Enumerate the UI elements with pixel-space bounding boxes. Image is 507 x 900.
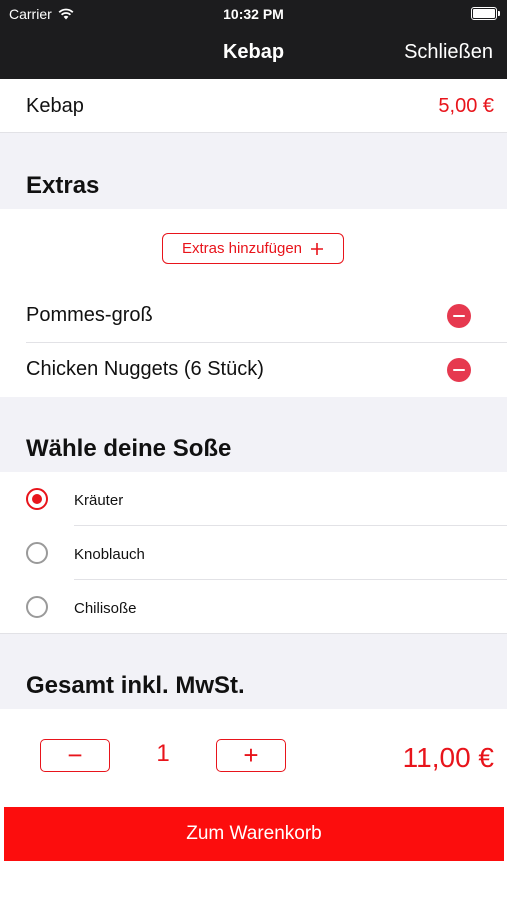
sauce-option-label[interactable]: Chilisoße bbox=[74, 600, 137, 617]
plus-icon: + bbox=[243, 740, 259, 770]
item-name: Kebap bbox=[26, 95, 84, 117]
radio-selected-icon[interactable] bbox=[26, 488, 48, 510]
divider bbox=[74, 525, 507, 526]
item-row: Kebap 5,00 € bbox=[0, 79, 507, 133]
item-price: 5,00 € bbox=[438, 95, 494, 117]
add-extras-button[interactable]: Extras hinzufügen bbox=[162, 233, 344, 264]
close-button[interactable]: Schließen bbox=[404, 41, 493, 64]
radio-unselected-icon[interactable] bbox=[26, 542, 48, 564]
sauce-option-label[interactable]: Knoblauch bbox=[74, 546, 145, 563]
sauce-title: Wähle deine Soße bbox=[26, 435, 232, 462]
plus-icon bbox=[311, 242, 324, 255]
radio-unselected-icon[interactable] bbox=[26, 596, 48, 618]
extras-title: Extras bbox=[26, 172, 100, 199]
add-to-cart-button[interactable]: Zum Warenkorb bbox=[4, 807, 504, 861]
add-extras-label: Extras hinzufügen bbox=[181, 240, 303, 257]
decrease-quantity-button[interactable]: − bbox=[40, 739, 110, 772]
sauce-option-label[interactable]: Kräuter bbox=[74, 492, 123, 509]
remove-icon[interactable] bbox=[447, 358, 471, 382]
extra-item-name: Chicken Nuggets (6 Stück) bbox=[26, 358, 264, 380]
status-time: 10:32 PM bbox=[223, 6, 284, 22]
sauce-header: Wähle deine Soße bbox=[0, 397, 507, 472]
total-price: 11,00 € bbox=[402, 742, 494, 773]
divider bbox=[74, 579, 507, 580]
remove-icon[interactable] bbox=[447, 304, 471, 328]
total-header: Gesamt inkl. MwSt. bbox=[0, 634, 507, 709]
quantity-value: 1 bbox=[156, 740, 170, 767]
navigation-bar: Carrier 10:32 PM Kebap Schließen bbox=[0, 0, 507, 79]
extras-header: Extras bbox=[0, 133, 507, 209]
total-title: Gesamt inkl. MwSt. bbox=[26, 672, 245, 699]
minus-icon: − bbox=[67, 740, 83, 770]
increase-quantity-button[interactable]: + bbox=[216, 739, 286, 772]
battery-icon bbox=[471, 7, 500, 20]
extra-item-name: Pommes-groß bbox=[26, 304, 153, 326]
divider bbox=[26, 342, 507, 343]
